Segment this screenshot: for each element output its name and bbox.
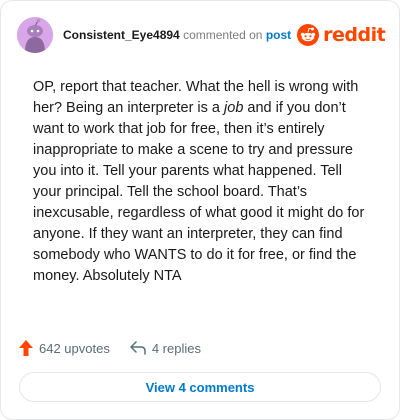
reddit-logo-icon	[297, 24, 320, 46]
upvote-button[interactable]: 642 upvotes	[19, 340, 110, 356]
comment-body: OP, report that teacher. What the hell i…	[33, 77, 373, 287]
brand-wordmark: reddit	[323, 24, 386, 46]
comment-stats: 642 upvotes 4 replies	[19, 338, 201, 358]
username[interactable]: Consistent_Eye4894	[63, 28, 180, 42]
upvote-count: 642 upvotes	[39, 340, 110, 356]
replies-button[interactable]: 4 replies	[130, 341, 201, 356]
reply-count: 4 replies	[151, 340, 201, 356]
avatar[interactable]	[17, 17, 53, 53]
comment-card: Consistent_Eye4894 commented on post red…	[0, 0, 400, 420]
upvote-arrow-icon	[19, 340, 33, 356]
comment-meta: Consistent_Eye4894 commented on post	[63, 28, 291, 42]
snoo-avatar-icon	[17, 17, 53, 53]
action-text: commented on	[183, 28, 263, 42]
reddit-logo[interactable]: reddit	[297, 24, 386, 46]
post-link[interactable]: post	[266, 28, 291, 42]
reply-arrow-icon	[130, 341, 146, 355]
comment-text-part-2: and if you don’t want to work that job f…	[33, 100, 365, 284]
comment-text-emphasis: job	[224, 100, 244, 116]
comment-header: Consistent_Eye4894 commented on post red…	[17, 17, 386, 53]
view-comments-button[interactable]: View 4 comments	[19, 372, 381, 402]
